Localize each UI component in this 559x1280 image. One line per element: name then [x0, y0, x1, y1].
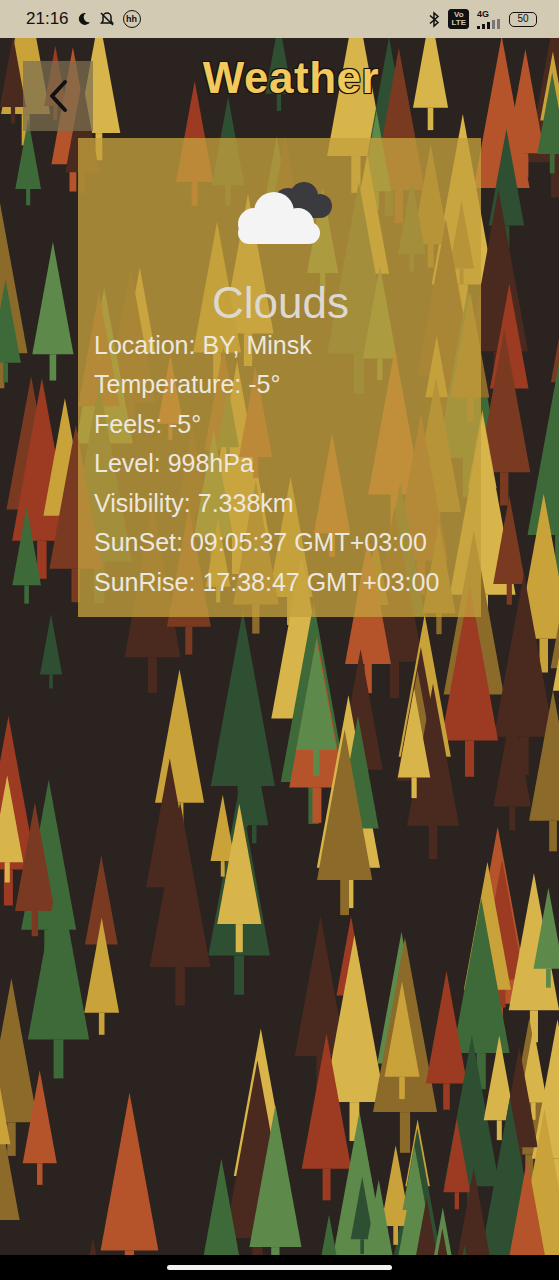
app-header: Weather — [0, 38, 559, 138]
weather-condition: Clouds — [94, 278, 467, 329]
moon-icon — [77, 12, 91, 26]
clock: 21:16 — [26, 6, 69, 32]
bell-off-icon — [99, 11, 115, 27]
weather-icon-wrap — [94, 178, 467, 248]
bluetooth-icon — [428, 11, 440, 28]
status-right: VoLTE 4G 50 — [428, 9, 537, 29]
weather-detail: Temperature: -5° — [94, 370, 467, 400]
cloud-icon — [226, 178, 336, 248]
main-area: Weather CloudsLocation: BY, Minsk Temperat… — [0, 38, 559, 1255]
network-signal: 4G — [477, 10, 501, 29]
weather-detail: SunSet: 09:05:37 GMT+03:00 — [94, 528, 467, 558]
volte-top: Vo — [451, 11, 466, 19]
volte-bottom: LTE — [451, 19, 466, 27]
battery-level: 50 — [517, 14, 528, 24]
weather-screen: Weather CloudsLocation: BY, Minsk Temperat… — [0, 38, 559, 617]
home-handle[interactable] — [167, 1265, 392, 1270]
battery-icon: 50 — [509, 12, 537, 27]
status-bar: 21:16 hh VoLTE 4G 50 — [0, 0, 559, 38]
navigation-bar — [0, 1255, 559, 1280]
weather-card: CloudsLocation: BY, Minsk Temperature: -5… — [78, 138, 481, 617]
hh-label: hh — [126, 15, 137, 24]
weather-detail: Level: 998hPa — [94, 449, 467, 479]
signal-icon — [477, 19, 501, 29]
network-type: 4G — [477, 10, 489, 19]
weather-detail: Visibility: 7.338km — [94, 489, 467, 519]
back-button[interactable] — [23, 61, 93, 131]
chevron-left-icon — [47, 79, 69, 113]
weather-detail: Location: BY, Minsk — [94, 331, 467, 361]
weather-detail: SunRise: 17:38:47 GMT+03:00 — [94, 568, 467, 598]
status-left: 21:16 hh — [26, 6, 141, 32]
page-title: Weather — [117, 52, 465, 105]
hh-app-icon: hh — [123, 10, 141, 28]
volte-badge: VoLTE — [448, 9, 469, 29]
weather-detail: Feels: -5° — [94, 410, 467, 440]
